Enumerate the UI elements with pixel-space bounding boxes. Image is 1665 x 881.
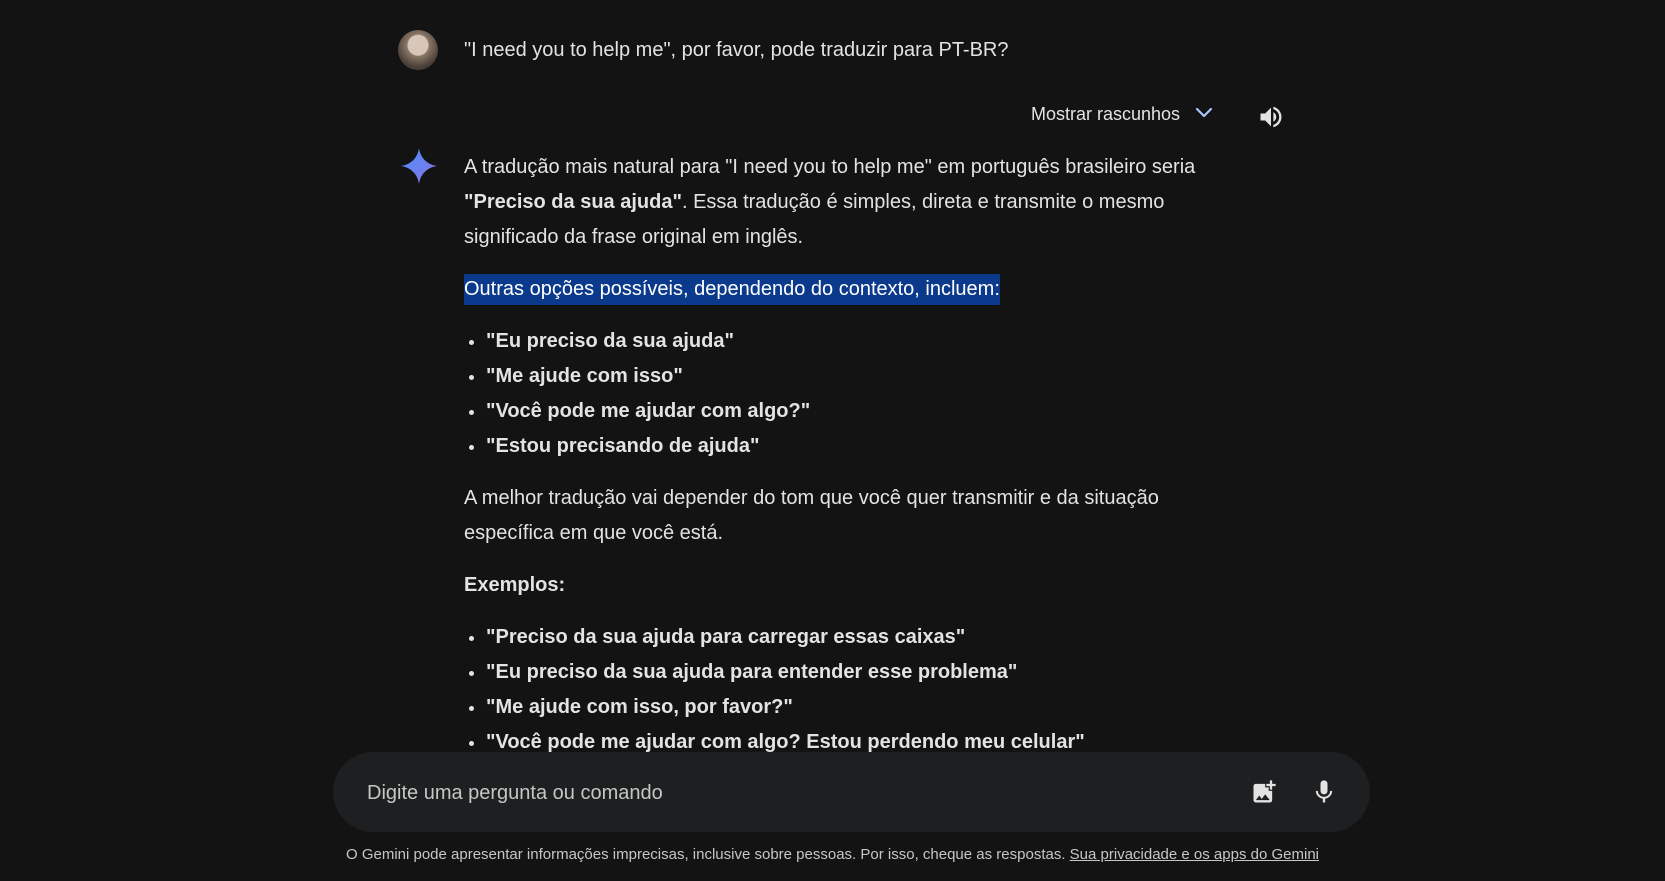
user-prompt-text: "I need you to help me", por favor, pode… bbox=[464, 38, 1009, 61]
disclaimer-footer: O Gemini pode apresentar informações imp… bbox=[0, 846, 1665, 863]
add-image-icon[interactable] bbox=[1250, 778, 1278, 811]
privacy-link[interactable]: Sua privacidade e os apps do Gemini bbox=[1070, 846, 1319, 863]
speaker-icon[interactable] bbox=[1257, 103, 1285, 136]
examples-heading: Exemplos: bbox=[464, 568, 1224, 603]
list-item: "Estou precisando de ajuda" bbox=[486, 429, 1224, 464]
response-paragraph-2: Outras opções possíveis, dependendo do c… bbox=[464, 272, 1224, 307]
list-item: "Me ajude com isso, por favor?" bbox=[486, 690, 1224, 725]
list-item: "Me ajude com isso" bbox=[486, 359, 1224, 394]
highlighted-text: Outras opções possíveis, dependendo do c… bbox=[464, 274, 1000, 305]
prompt-input[interactable] bbox=[365, 752, 1189, 834]
prompt-input-bar bbox=[333, 752, 1370, 834]
list-item: "Preciso da sua ajuda para carregar essa… bbox=[486, 620, 1224, 655]
gemini-spark-icon bbox=[401, 148, 437, 189]
paragraph-text: A tradução mais natural para "I need you… bbox=[464, 156, 1196, 178]
show-drafts-button[interactable]: Mostrar rascunhos bbox=[1031, 102, 1214, 127]
gemini-response: A tradução mais natural para "I need you… bbox=[464, 150, 1224, 777]
response-paragraph-3: A melhor tradução vai depender do tom qu… bbox=[464, 487, 1159, 544]
user-avatar[interactable] bbox=[398, 30, 438, 70]
list-item: "Você pode me ajudar com algo?" bbox=[486, 394, 1224, 429]
examples-list: "Preciso da sua ajuda para carregar essa… bbox=[464, 620, 1224, 760]
examples-title: Exemplos: bbox=[464, 574, 566, 596]
disclaimer-text: O Gemini pode apresentar informações imp… bbox=[345, 846, 1070, 863]
response-paragraph-1: A tradução mais natural para "I need you… bbox=[464, 150, 1224, 255]
list-item: "Eu preciso da sua ajuda" bbox=[486, 324, 1224, 359]
gemini-chat-page: "I need you to help me", por favor, pode… bbox=[0, 0, 1665, 881]
list-item: "Eu preciso da sua ajuda para entender e… bbox=[486, 655, 1224, 690]
show-drafts-label: Mostrar rascunhos bbox=[1031, 104, 1181, 124]
mic-icon[interactable] bbox=[1310, 778, 1338, 811]
chevron-down-icon bbox=[1194, 102, 1214, 127]
user-message: "I need you to help me", por favor, pode… bbox=[398, 30, 1009, 70]
options-list: "Eu preciso da sua ajuda" "Me ajude com … bbox=[464, 324, 1224, 464]
bold-translation: "Preciso da sua ajuda" bbox=[464, 191, 682, 213]
